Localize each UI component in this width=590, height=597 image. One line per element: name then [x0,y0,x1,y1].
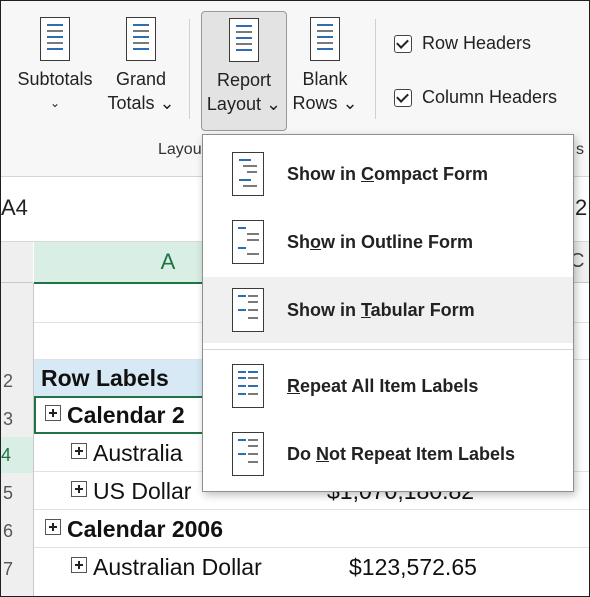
formula-bar-fragment: 2 [575,195,588,220]
checkmark-icon [394,34,412,53]
layout-group-label: Layou [158,141,202,158]
menu-item-label: Show in Outline Form [287,231,474,252]
expand-plus-icon[interactable] [71,557,87,573]
pivot-row-australian-dollar[interactable]: Australian Dollar [71,554,262,581]
grand-totals-label-1: Grand [115,69,167,89]
row-headers: 2 3 4 5 6 7 8 [1,283,34,596]
report-layout-label-2: Layout ⌄ [206,94,282,114]
blank-rows-label-1: Blank [302,69,348,89]
cell-text: Australia [93,440,183,466]
row-number[interactable]: 5 [1,475,13,511]
menu-item-outline-form[interactable]: Show in Outline Form [203,209,573,275]
row-number[interactable]: 3 [1,401,13,437]
no-repeat-labels-icon [232,432,264,476]
column-headers-label: Column Headers [422,87,558,107]
pivot-row-australia[interactable]: Australia [71,440,182,467]
tabular-form-icon [232,288,264,332]
menu-item-label: Do Not Repeat Item Labels [287,443,516,464]
pivot-row-calendar[interactable]: Calendar 2 [45,402,185,429]
report-layout-button[interactable]: Report Layout ⌄ [201,11,287,131]
value-cell[interactable]: $123,572.65 [349,554,477,581]
report-layout-menu: Show in Compact Form Show in Outline For… [202,134,574,492]
menu-item-label: Show in Tabular Form [287,299,475,320]
column-headers-checkbox[interactable]: Column Headers [394,87,557,108]
report-layout-label-1: Report [216,70,272,90]
blank-rows-label-2: Rows ⌄ [292,93,358,113]
menu-item-do-not-repeat-item-labels[interactable]: Do Not Repeat Item Labels [203,421,573,487]
chevron-down-icon: ⌄ [49,96,61,110]
grand-totals-label-2: Totals ⌄ [107,93,175,113]
gridline [34,547,589,548]
report-layout-icon [229,18,259,62]
excel-window: Subtotals ⌄ Grand Totals ⌄ Report Layout… [0,0,590,597]
row-number[interactable] [1,287,13,323]
gridline [34,509,589,510]
select-all-corner[interactable] [1,242,33,283]
expand-plus-icon[interactable] [71,481,87,497]
row-number[interactable]: 8 [1,589,13,596]
menu-item-label: Repeat All Item Labels [287,375,479,396]
menu-item-tabular-form[interactable]: Show in Tabular Form [203,277,573,343]
cell-text: Calendar 2006 [67,516,223,542]
row-number[interactable]: 6 [1,513,13,549]
expand-plus-icon[interactable] [71,443,87,459]
name-box[interactable]: A4 [1,195,28,221]
grand-totals-button[interactable]: Grand Totals ⌄ [105,11,177,129]
repeat-labels-icon [232,364,264,408]
cell-text: Australian Dollar [93,554,262,580]
ribbon-separator [375,19,376,119]
menu-item-repeat-all-item-labels[interactable]: Repeat All Item Labels [203,353,573,419]
checkmark-icon [394,88,412,107]
subtotals-button[interactable]: Subtotals ⌄ [11,11,99,129]
pivot-row-us-dollar[interactable]: US Dollar [71,478,191,505]
menu-divider [203,349,573,350]
row-headers-label: Row Headers [422,33,532,53]
menu-item-compact-form[interactable]: Show in Compact Form [203,141,573,207]
subtotals-label: Subtotals [17,69,93,89]
row-number-selected[interactable]: 4 [1,437,33,473]
group-label-fragment: s [576,141,584,158]
outline-form-icon [232,220,264,264]
row-labels-header[interactable]: Row Labels [41,365,169,392]
compact-form-icon [232,152,264,196]
row-number[interactable]: 7 [1,551,13,587]
ribbon-separator [189,19,190,119]
expand-plus-icon[interactable] [45,405,61,421]
row-number[interactable]: 2 [1,363,13,399]
pivot-row-calendar-2006[interactable]: Calendar 2006 [45,516,223,543]
blank-rows-button[interactable]: Blank Rows ⌄ [289,11,361,129]
cell-text: Calendar 2 [67,402,185,428]
blank-rows-icon [310,17,340,61]
subtotals-icon [40,17,70,61]
menu-item-label: Show in Compact Form [287,163,489,184]
row-headers-checkbox[interactable]: Row Headers [394,33,531,54]
expand-plus-icon[interactable] [45,519,61,535]
cell-text: US Dollar [93,478,192,504]
grand-totals-icon [126,17,156,61]
